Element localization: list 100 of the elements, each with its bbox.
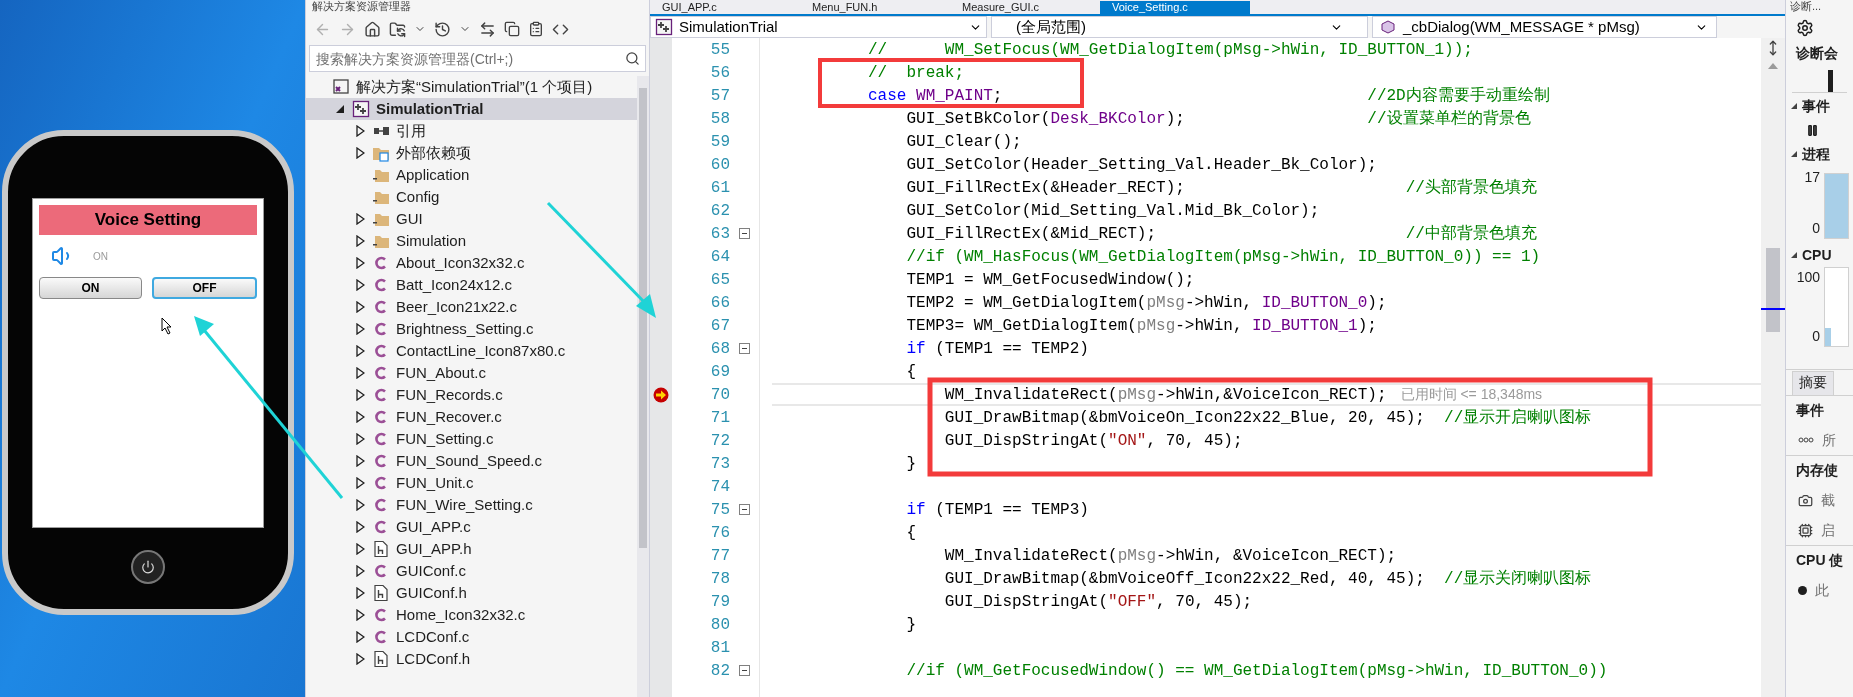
tree-item[interactable]: GUIConf.h — [306, 582, 637, 604]
collapsed-caret-icon[interactable] — [355, 235, 365, 247]
tree-item[interactable]: FUN_Recover.c — [306, 406, 637, 428]
collapsed-caret-icon[interactable] — [355, 279, 365, 291]
collapsed-caret-icon[interactable] — [355, 565, 365, 577]
line-number: 68 — [710, 338, 730, 360]
collapse-toggle-icon[interactable] — [739, 228, 750, 239]
phone-button[interactable]: ON — [39, 277, 142, 299]
section-header: 诊断会 — [1794, 44, 1839, 63]
file-tab[interactable]: GUI_APP.c — [650, 1, 800, 14]
collapsed-caret-icon[interactable] — [355, 125, 365, 137]
expanded-caret-icon[interactable] — [1790, 102, 1798, 110]
switch-view-icon[interactable] — [479, 20, 496, 38]
properties-icon[interactable] — [528, 21, 544, 37]
settings-icon[interactable] — [1796, 19, 1814, 37]
tree-item[interactable]: LCDConf.c — [306, 626, 637, 648]
tree-item[interactable]: Batt_Icon24x12.c — [306, 274, 637, 296]
tree-item[interactable]: FUN_Wire_Setting.c — [306, 494, 637, 516]
summary-item[interactable]: 所 — [1822, 429, 1836, 451]
tree-item[interactable]: FUN_About.c — [306, 362, 637, 384]
tree-item[interactable]: GUI — [306, 208, 637, 230]
collapsed-caret-icon[interactable] — [355, 323, 365, 335]
tree-item[interactable]: Home_Icon32x32.c — [306, 604, 637, 626]
file-tab[interactable]: Voice_Setting.c — [1100, 1, 1250, 14]
sync-icon[interactable] — [389, 20, 406, 38]
scrollbar-thumb[interactable] — [639, 88, 647, 548]
collapse-toggle-icon[interactable] — [739, 343, 750, 354]
home-icon[interactable] — [364, 20, 381, 38]
collapsed-caret-icon[interactable] — [355, 587, 365, 599]
collapsed-caret-icon[interactable] — [355, 477, 365, 489]
tree-item[interactable]: Beer_Icon21x22.c — [306, 296, 637, 318]
tree-item[interactable]: LCDConf.h — [306, 648, 637, 670]
tree-item[interactable]: About_Icon32x32.c — [306, 252, 637, 274]
tree-item[interactable]: GUI_APP.c — [306, 516, 637, 538]
collapsed-caret-icon[interactable] — [355, 653, 365, 665]
collapsed-caret-icon[interactable] — [355, 389, 365, 401]
summary-item[interactable]: 截 — [1821, 489, 1835, 511]
tree-item[interactable]: ContactLine_Icon87x80.c — [306, 340, 637, 362]
collapsed-caret-icon[interactable] — [355, 367, 365, 379]
tree-item[interactable]: FUN_Setting.c — [306, 428, 637, 450]
tree-item[interactable]: GUIConf.c — [306, 560, 637, 582]
file-tab[interactable]: Measure_GUI.c — [950, 1, 1100, 14]
section-header: CPU 使 — [1786, 545, 1853, 575]
tree-item[interactable]: Simulation — [306, 230, 637, 252]
tree-item[interactable]: Application — [306, 164, 637, 186]
project-dropdown[interactable]: SimulationTrial — [650, 16, 987, 38]
summary-item[interactable]: 启 — [1821, 519, 1835, 541]
collapse-toggle-icon[interactable] — [739, 665, 750, 676]
tree-item[interactable]: FUN_Sound_Speed.c — [306, 450, 637, 472]
code-line: { — [905, 361, 917, 382]
collapsed-caret-icon[interactable] — [355, 301, 365, 313]
search-field[interactable]: 搜索解决方案资源管理器(Ctrl+;) — [309, 45, 646, 72]
line-number: 63 — [710, 223, 730, 245]
tree-item[interactable]: 外部依赖项 — [306, 142, 637, 164]
performance-tip: 已用时间 <= 18,348ms — [1400, 385, 1543, 404]
tree-item[interactable]: 引用 — [306, 120, 637, 142]
phone-button[interactable]: OFF — [152, 277, 257, 299]
scrollbar-thumb[interactable] — [1766, 248, 1780, 332]
collapse-toggle-icon[interactable] — [739, 504, 750, 515]
collapsed-caret-icon[interactable] — [355, 499, 365, 511]
tree-item[interactable]: Config — [306, 186, 637, 208]
pause-icon[interactable] — [1806, 123, 1819, 137]
tree-item[interactable]: GUI_APP.h — [306, 538, 637, 560]
summary-item[interactable]: 此 — [1815, 579, 1829, 601]
code-line: case WM_PAINT; //2D内容需要手动重绘制 — [867, 85, 1550, 106]
scope-dropdown[interactable]: (全局范围) — [991, 16, 1368, 38]
tree-item[interactable]: Brightness_Setting.c — [306, 318, 637, 340]
collapsed-caret-icon[interactable] — [355, 213, 365, 225]
history-icon[interactable] — [434, 20, 451, 38]
expanded-caret-icon[interactable] — [1790, 150, 1798, 158]
collapsed-caret-icon[interactable] — [355, 455, 365, 467]
collapsed-caret-icon[interactable] — [355, 411, 365, 423]
tree-item[interactable]: SimulationTrial — [306, 98, 637, 120]
tree-item[interactable]: 解决方案“SimulationTrial”(1 个项目) — [306, 76, 637, 98]
expanded-caret-icon[interactable] — [1790, 251, 1798, 259]
collapsed-caret-icon[interactable] — [355, 609, 365, 621]
collapsed-caret-icon[interactable] — [355, 631, 365, 643]
collapse-icon[interactable] — [504, 21, 520, 37]
expanded-caret-icon[interactable] — [335, 104, 345, 114]
project-icon — [655, 18, 673, 36]
collapsed-caret-icon[interactable] — [355, 521, 365, 533]
code-line: GUI_SetColor(Mid_Setting_Val.Mid_Bk_Color); — [905, 200, 1320, 221]
collapsed-caret-icon[interactable] — [355, 543, 365, 555]
collapsed-caret-icon[interactable] — [355, 345, 365, 357]
section-header: 内存使 — [1786, 455, 1853, 485]
line-number: 65 — [710, 269, 730, 291]
code-line: //if (WM_GetFocusedWindow() == WM_GetDialogItem(pMsg->hWin, ID_BUTTON_0)) — [905, 660, 1608, 681]
summary-tab[interactable]: 摘要 — [1792, 371, 1834, 395]
tree-item[interactable]: FUN_Records.c — [306, 384, 637, 406]
section-header: 事件 — [1802, 96, 1830, 116]
power-button[interactable] — [131, 550, 165, 584]
collapsed-caret-icon[interactable] — [355, 257, 365, 269]
tree-item[interactable]: FUN_Unit.c — [306, 472, 637, 494]
project-icon — [352, 100, 370, 118]
header-file-icon — [372, 540, 390, 558]
member-dropdown[interactable]: _cbDialog(WM_MESSAGE * pMsg) — [1372, 16, 1717, 38]
file-tab[interactable]: Menu_FUN.h — [800, 1, 950, 14]
collapsed-caret-icon[interactable] — [355, 147, 365, 159]
line-number: 66 — [710, 292, 730, 314]
collapsed-caret-icon[interactable] — [355, 433, 365, 445]
